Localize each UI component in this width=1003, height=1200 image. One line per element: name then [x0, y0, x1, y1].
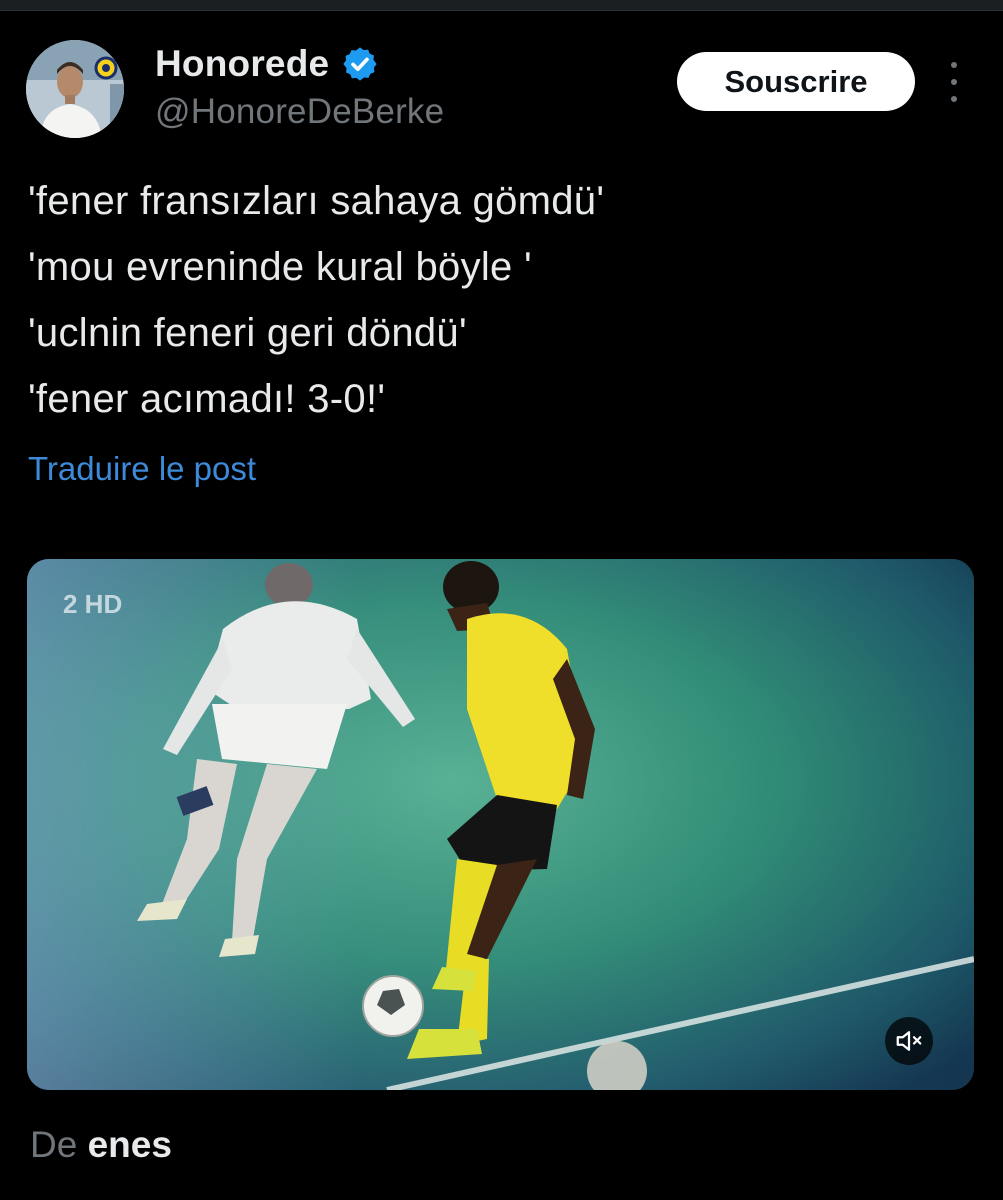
svg-text:2 HD: 2 HD — [63, 589, 122, 619]
from-prefix: De — [30, 1124, 78, 1165]
more-dot — [951, 79, 957, 85]
video-player[interactable]: 2 HD — [27, 559, 974, 1090]
author-handle[interactable]: @HonoreDeBerke — [155, 92, 444, 132]
video-frame: 2 HD — [27, 559, 974, 1090]
verified-badge-icon — [341, 45, 379, 83]
tweet-text: 'fener fransızları sahaya gömdü' 'mou ev… — [28, 168, 968, 432]
subscribe-button[interactable]: Souscrire — [677, 52, 915, 111]
author-name-row[interactable]: Honorede — [155, 40, 379, 88]
from-attribution: De enes — [30, 1124, 172, 1166]
more-dot — [951, 96, 957, 102]
author-display-name[interactable]: Honorede — [155, 43, 329, 85]
tweet-text-line: 'fener acımadı! 3-0!' — [28, 377, 386, 421]
avatar[interactable] — [26, 40, 124, 138]
profile-photo-icon — [26, 40, 124, 138]
top-divider — [0, 0, 1003, 11]
translate-post-link[interactable]: Traduire le post — [28, 450, 256, 488]
football — [362, 975, 424, 1037]
broadcaster-logo: 2 HD — [63, 589, 122, 619]
more-vertical-icon[interactable] — [940, 62, 968, 102]
tweet-text-line: 'uclnin feneri geri döndü' — [28, 311, 467, 355]
from-user-link[interactable]: enes — [88, 1124, 172, 1165]
more-dot — [951, 62, 957, 68]
volume-muted-icon[interactable] — [885, 1017, 933, 1065]
tweet-text-line: 'mou evreninde kural böyle ' — [28, 245, 532, 289]
tweet-text-line: 'fener fransızları sahaya gömdü' — [28, 179, 605, 223]
